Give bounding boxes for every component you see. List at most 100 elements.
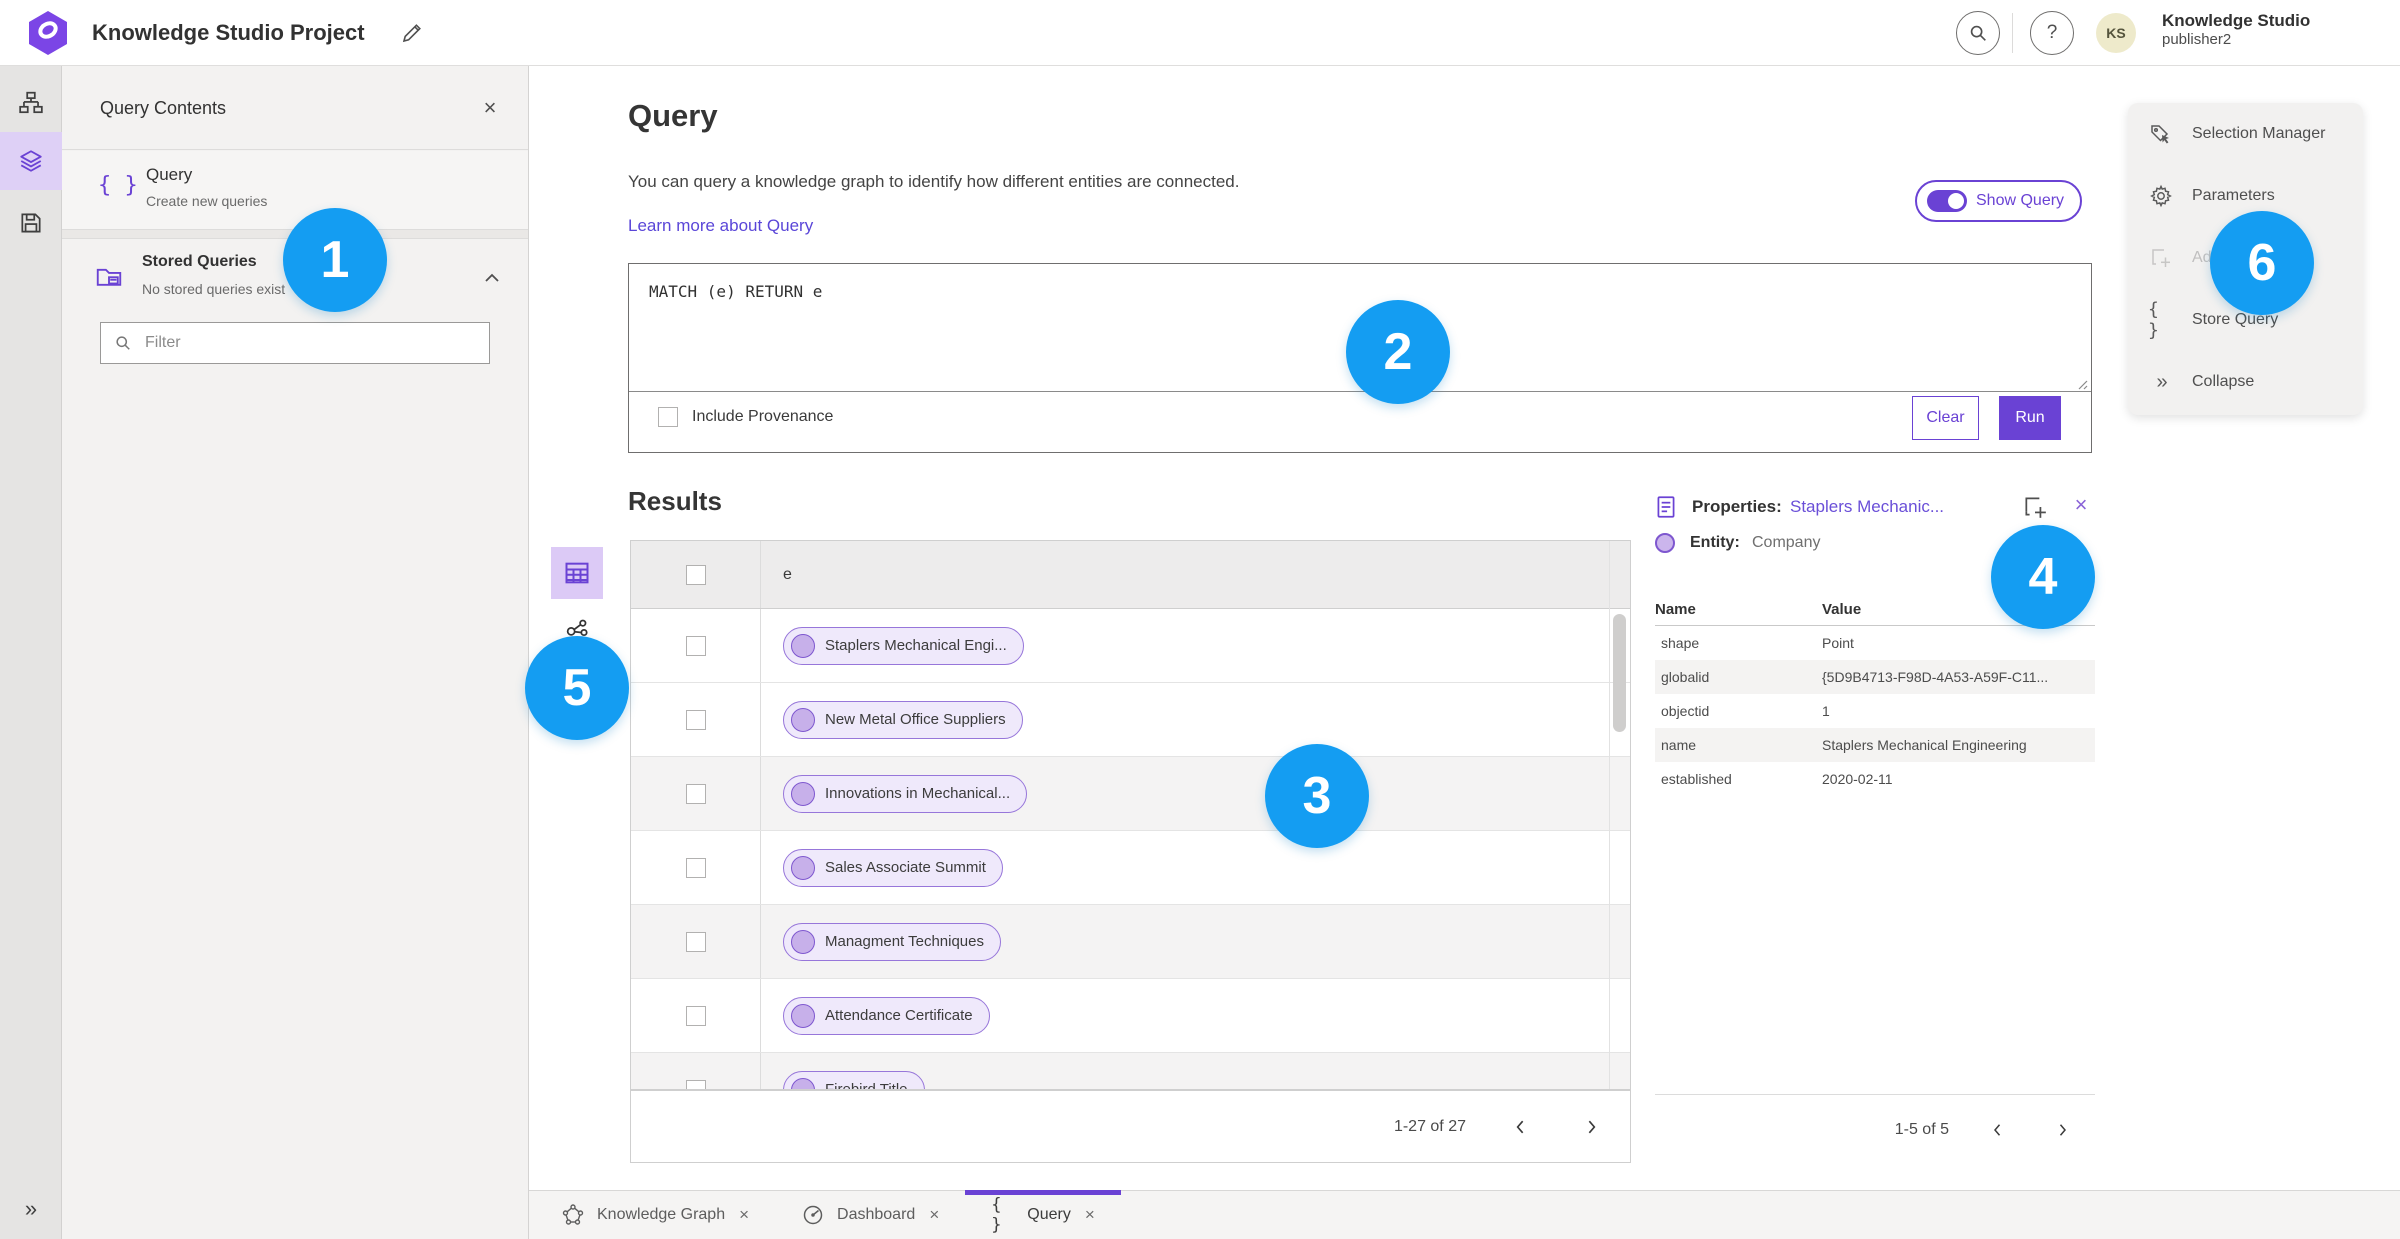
project-title: Knowledge Studio Project [92, 20, 365, 45]
row-checkbox[interactable] [685, 635, 706, 656]
entity-dot-icon [791, 781, 815, 806]
chevron-up-icon[interactable] [480, 267, 504, 291]
close-tab-icon[interactable]: × [1083, 1205, 1095, 1225]
row-checkbox[interactable] [685, 709, 706, 730]
menu-item-selection-manager[interactable]: Selection Manager [2128, 103, 2363, 165]
include-provenance-checkbox[interactable] [658, 407, 678, 427]
entity-chip[interactable]: Staplers Mechanical Engi... [783, 626, 1024, 665]
close-properties-button[interactable]: × [2066, 490, 2096, 520]
close-tab-icon[interactable]: × [927, 1205, 939, 1225]
app-logo-icon[interactable] [26, 10, 70, 56]
stored-queries-folder-icon [94, 261, 124, 291]
entity-chip[interactable]: Firebird Title [783, 1070, 925, 1089]
toggle-knob [1948, 193, 1964, 209]
show-query-toggle[interactable]: Show Query [1915, 180, 2083, 222]
scrollbar-thumb[interactable] [1613, 614, 1626, 732]
entity-chip[interactable]: Innovations in Mechanical... [783, 774, 1028, 813]
selection-manager-icon [2148, 121, 2174, 147]
property-row: globalid {5D9B4713-F98D-4A53-A59F-C11... [1655, 660, 2095, 694]
table-row[interactable]: Firebird Title [631, 1053, 1630, 1089]
entity-chip[interactable]: Sales Associate Summit [783, 848, 1003, 887]
panel-title: Query Contents [100, 97, 227, 118]
row-checkbox[interactable] [685, 1005, 706, 1026]
table-icon [563, 559, 591, 587]
row-checkbox[interactable] [685, 1079, 706, 1089]
expand-rail-button[interactable]: » [0, 1187, 62, 1231]
entity-chip[interactable]: New Metal Office Suppliers [783, 700, 1023, 739]
search-icon [113, 333, 133, 353]
tab-query[interactable]: { } Query × [965, 1190, 1121, 1239]
select-all-checkbox[interactable] [685, 564, 706, 585]
filter-field [100, 322, 490, 364]
property-row: name Staplers Mechanical Engineering [1655, 728, 2095, 762]
editor-divider [629, 391, 2091, 392]
row-checkbox[interactable] [685, 783, 706, 804]
entity-dot-icon [791, 707, 815, 732]
properties-icon [1653, 494, 1679, 520]
annotation-circle-5: 5 [525, 636, 629, 740]
avatar[interactable]: KS [2096, 13, 2136, 53]
user-block: Knowledge Studio publisher2 [2162, 10, 2310, 50]
entity-dot-icon [1655, 533, 1675, 553]
close-icon: × [2074, 492, 2088, 517]
table-view-button[interactable] [551, 547, 603, 599]
rail-item-hierarchy[interactable] [0, 74, 62, 132]
query-heading: Query [628, 98, 718, 133]
rail-item-layers[interactable] [0, 132, 62, 190]
braces-icon: { } [991, 1195, 1002, 1235]
add-to-selection-button[interactable] [2022, 494, 2048, 520]
next-page-button[interactable] [1576, 1112, 1606, 1142]
tab-knowledge-graph[interactable]: Knowledge Graph × [535, 1191, 775, 1239]
query-item-title: Query [146, 165, 193, 184]
top-bar: Knowledge Studio Project ? KS Knowledge … [0, 0, 2400, 66]
user-role: publisher2 [2162, 31, 2232, 49]
query-code-input[interactable]: MATCH (e) RETURN e [649, 282, 822, 301]
sidebar-item-query[interactable]: { } Query Create new queries [62, 151, 528, 229]
stored-queries-title: Stored Queries [142, 253, 257, 270]
knowledge-studio-app: Knowledge Studio Project ? KS Knowledge … [0, 0, 2400, 1239]
properties-divider [1655, 1094, 2095, 1095]
properties-entity-link[interactable]: Staplers Mechanic... [1790, 497, 1944, 517]
table-row[interactable]: Innovations in Mechanical... [631, 757, 1630, 831]
column-header-e: e [783, 565, 792, 583]
previous-page-button[interactable] [1506, 1112, 1536, 1142]
results-pagination: 1-27 of 27 [630, 1090, 1631, 1163]
entity-dot-icon [791, 855, 815, 880]
menu-item-collapse[interactable]: » Collapse [2128, 351, 2363, 413]
results-page-range: 1-27 of 27 [1393, 1117, 1466, 1135]
query-item-subtitle: Create new queries [146, 193, 268, 209]
annotation-circle-1: 1 [283, 208, 387, 312]
toggle-switch[interactable] [1927, 190, 1967, 212]
entity-chip[interactable]: Managment Techniques [783, 922, 1001, 961]
help-button[interactable]: ? [2030, 11, 2074, 55]
user-name: Knowledge Studio [2162, 11, 2311, 30]
results-heading: Results [628, 486, 722, 516]
property-row: established 2020-02-11 [1655, 762, 2095, 796]
next-page-button[interactable] [2047, 1115, 2077, 1145]
search-button[interactable] [1956, 11, 2000, 55]
learn-more-link[interactable]: Learn more about Query [628, 216, 813, 236]
edit-title-icon[interactable] [400, 21, 424, 45]
annotation-circle-2: 2 [1346, 300, 1450, 404]
close-tab-icon[interactable]: × [737, 1205, 749, 1225]
table-row[interactable]: Sales Associate Summit [631, 831, 1630, 905]
table-row[interactable]: Staplers Mechanical Engi... [631, 609, 1630, 683]
run-button[interactable]: Run [1999, 396, 2061, 440]
row-checkbox[interactable] [685, 931, 706, 952]
entity-dot-icon [791, 1077, 815, 1089]
property-row: shape Point [1655, 626, 2095, 660]
previous-page-button[interactable] [1983, 1115, 2013, 1145]
filter-input[interactable] [143, 333, 489, 353]
resize-handle[interactable] [2076, 378, 2088, 390]
entity-chip[interactable]: Attendance Certificate [783, 996, 990, 1035]
close-panel-button[interactable]: × [474, 92, 506, 124]
table-row[interactable]: Managment Techniques [631, 905, 1630, 979]
rail-item-save[interactable] [0, 194, 62, 252]
add-square-icon [2022, 494, 2048, 520]
annotation-circle-6: 6 [2210, 211, 2314, 315]
clear-button[interactable]: Clear [1912, 396, 1979, 440]
table-row[interactable]: Attendance Certificate [631, 979, 1630, 1053]
row-checkbox[interactable] [685, 857, 706, 878]
table-row[interactable]: New Metal Office Suppliers [631, 683, 1630, 757]
tab-dashboard[interactable]: Dashboard × [775, 1191, 965, 1239]
